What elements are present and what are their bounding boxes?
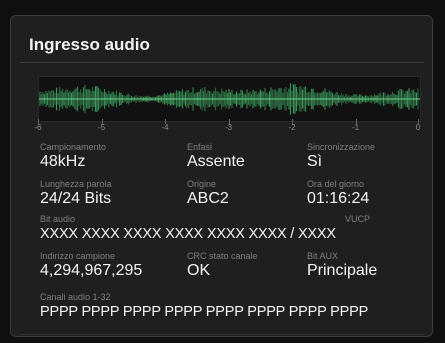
origin-label: Origine [187, 179, 217, 189]
aux-bits-value: Principale [307, 262, 378, 279]
sample-rate-label: Campionamento [40, 142, 107, 152]
sample-rate-value: 48kHz [40, 153, 86, 170]
sample-address-field: Indirizzo campione 4,294,967,295 [40, 251, 142, 280]
audio-bits-value: XXXX XXXX XXXX XXXX XXXX XXXX / XXXX [40, 226, 336, 242]
audio-channels-field: Canali audio 1-32 PPPP PPPP PPPP PPPP PP… [40, 292, 368, 321]
waveform-graphic [39, 83, 420, 115]
emphasis-field: Enfasi Assente [187, 142, 245, 171]
sample-address-label: Indirizzo campione [40, 251, 116, 261]
audio-bits-field: Bit audio XXXX XXXX XXXX XXXX XXXX XXXX … [40, 214, 336, 243]
bottom-divider [20, 334, 424, 335]
scale-label: 0 [415, 123, 421, 132]
aux-bits-field: Bit AUX Principale [307, 251, 377, 280]
vucp-label: VUCP [345, 214, 371, 224]
time-of-day-field: Ora del giorno 01:16:24 [307, 179, 369, 208]
sync-label: Sincronizzazione [307, 142, 376, 152]
scale-label: -3 [224, 123, 233, 132]
scale-label: -4 [161, 123, 169, 132]
emphasis-label: Enfasi [187, 142, 213, 152]
crc-label: CRC stato canale [187, 251, 258, 261]
audio-channels-label: Canali audio 1-32 [40, 292, 111, 302]
word-length-value: 24/24 Bits [40, 190, 112, 207]
sync-value: Sì [307, 153, 323, 170]
scale-label: -2 [288, 123, 296, 132]
sync-field: Sincronizzazione Sì [307, 142, 375, 171]
audio-waveform-meter [38, 76, 421, 122]
word-length-label: Lunghezza parola [40, 179, 112, 189]
word-length-field: Lunghezza parola 24/24 Bits [40, 179, 112, 208]
time-of-day-label: Ora del giorno [307, 179, 365, 189]
panel-title: Ingresso audio [29, 35, 150, 54]
time-of-day-value: 01:16:24 [307, 190, 370, 207]
origin-value: ABC2 [187, 190, 229, 207]
emphasis-value: Assente [187, 153, 245, 170]
origin-field: Origine ABC2 [187, 179, 229, 208]
sample-address-value: 4,294,967,295 [40, 262, 143, 279]
crc-value: OK [187, 262, 211, 279]
sample-rate-field: Campionamento 48kHz [40, 142, 106, 171]
audio-bits-label: Bit audio [40, 214, 76, 224]
audio-channels-value: PPPP PPPP PPPP PPPP PPPP PPPP PPPP PPPP [40, 304, 369, 320]
crc-field: CRC stato canale OK [187, 251, 258, 280]
scale-label: -1 [351, 123, 360, 132]
title-divider [20, 62, 424, 63]
aux-bits-label: Bit AUX [307, 251, 339, 261]
scale-label: -6 [34, 123, 42, 132]
meter-scale: -6 -5 -4 -3 -2 -1 0 [34, 119, 421, 135]
audio-input-panel [10, 15, 433, 337]
scale-label: -5 [97, 123, 106, 132]
